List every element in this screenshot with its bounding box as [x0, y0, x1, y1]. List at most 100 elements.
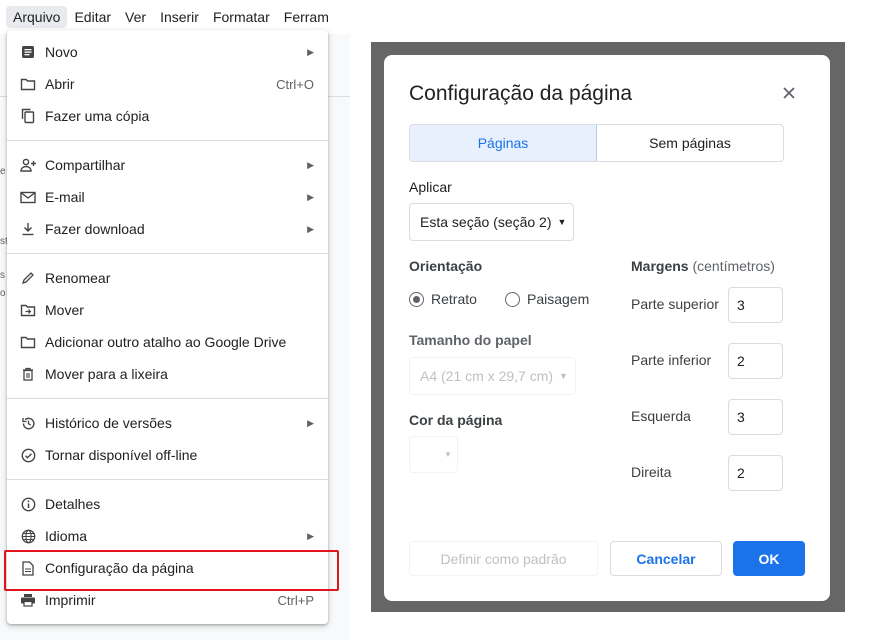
move-folder-icon — [19, 301, 37, 319]
radio-retrato[interactable]: Retrato — [409, 291, 477, 307]
menu-item-detalhes[interactable]: Detalhes — [7, 488, 328, 520]
menu-formatar[interactable]: Formatar — [206, 6, 277, 28]
menu-item-label: Mover — [45, 302, 84, 318]
menu-item-label: Configuração da página — [45, 560, 194, 576]
menu-item-fazer-download[interactable]: Fazer download ▶ — [7, 213, 328, 245]
pagination-tabs: Páginas Sem páginas — [409, 124, 784, 162]
radio-unchecked-icon — [505, 291, 520, 307]
menu-item-label: Histórico de versões — [45, 415, 172, 431]
menu-item-label: Renomear — [45, 270, 111, 286]
margin-left-label: Esquerda — [631, 408, 691, 424]
color-swatch — [428, 448, 440, 461]
menu-item-configuracao-pagina[interactable]: Configuração da página — [4, 550, 339, 591]
close-icon[interactable] — [777, 81, 801, 105]
paper-size-select[interactable]: A4 (21 cm x 29,7 cm) ▼ — [409, 357, 576, 395]
background-text: s — [0, 270, 5, 281]
drive-shortcut-icon — [19, 333, 37, 351]
folder-icon — [19, 75, 37, 93]
tab-sem-paginas[interactable]: Sem páginas — [597, 125, 783, 161]
offline-check-icon — [19, 446, 37, 464]
radio-label: Retrato — [431, 291, 477, 307]
margin-right-label: Direita — [631, 464, 672, 480]
margin-top-input[interactable]: 3 — [728, 287, 783, 323]
menu-separator — [7, 398, 328, 399]
set-default-button[interactable]: Definir como padrão — [409, 541, 598, 576]
menu-item-compartilhar[interactable]: Compartilhar ▶ — [7, 149, 328, 181]
chevron-down-icon: ▼ — [559, 371, 568, 381]
menu-item-adicionar-atalho[interactable]: Adicionar outro atalho ao Google Drive — [7, 326, 328, 358]
submenu-arrow-icon: ▶ — [307, 46, 314, 57]
apply-label: Aplicar — [409, 179, 452, 195]
menu-item-offline[interactable]: Tornar disponível off-line — [7, 439, 328, 471]
paper-size-value: A4 (21 cm x 29,7 cm) — [420, 368, 554, 384]
menu-bar: Arquivo Editar Ver Inserir Formatar Ferr… — [0, 0, 350, 34]
person-add-icon — [19, 156, 37, 174]
menu-item-label: Abrir — [45, 76, 75, 92]
new-document-icon — [19, 43, 37, 61]
menu-item-imprimir[interactable]: Imprimir Ctrl+P — [7, 584, 328, 616]
margin-bottom-label: Parte inferior — [631, 352, 712, 368]
chevron-down-icon: ▼ — [557, 217, 567, 227]
menu-item-label: Mover para a lixeira — [45, 366, 168, 382]
margin-top-label: Parte superior — [631, 296, 719, 312]
menu-item-idioma[interactable]: Idioma ▶ — [7, 520, 328, 552]
shortcut-text: Ctrl+P — [277, 592, 314, 608]
menu-item-abrir[interactable]: Abrir Ctrl+O — [7, 68, 328, 100]
trash-icon — [19, 365, 37, 383]
radio-paisagem[interactable]: Paisagem — [505, 291, 589, 307]
menu-item-label: Idioma — [45, 528, 88, 544]
menu-separator — [7, 253, 328, 254]
menu-inserir[interactable]: Inserir — [153, 6, 206, 28]
menu-item-label: Imprimir — [45, 592, 96, 608]
margin-right-input[interactable]: 2 — [728, 455, 783, 491]
chevron-down-icon: ▼ — [444, 450, 452, 459]
background-text: e — [0, 166, 6, 177]
margins-title: Margens — [631, 258, 689, 274]
submenu-arrow-icon: ▶ — [307, 417, 314, 428]
tab-paginas[interactable]: Páginas — [410, 125, 597, 161]
menu-item-fazer-copia[interactable]: Fazer uma cópia — [7, 100, 328, 132]
cancel-button[interactable]: Cancelar — [610, 541, 722, 576]
page-color-select[interactable]: ▼ — [409, 436, 458, 473]
menu-arquivo[interactable]: Arquivo — [6, 6, 68, 28]
orientation-label: Orientação — [409, 258, 483, 274]
menu-item-label: Detalhes — [45, 496, 101, 512]
menu-item-label: Fazer uma cópia — [45, 108, 150, 124]
menu-item-email[interactable]: E-mail ▶ — [7, 181, 328, 213]
rename-icon — [19, 269, 37, 287]
menu-item-mover-lixeira[interactable]: Mover para a lixeira — [7, 358, 328, 390]
margins-label: Margens (centímetros) — [631, 258, 775, 274]
background-text: o — [0, 288, 6, 299]
printer-icon — [19, 591, 37, 609]
apply-select[interactable]: Esta seção (seção 2) ▼ — [409, 203, 574, 241]
history-icon — [19, 414, 37, 432]
paper-size-label: Tamanho do papel — [409, 332, 532, 348]
submenu-arrow-icon: ▶ — [307, 159, 314, 170]
menu-item-renomear[interactable]: Renomear — [7, 262, 328, 294]
shortcut-text: Ctrl+O — [276, 76, 314, 92]
menu-item-label: Novo — [45, 44, 78, 60]
page-setup-icon — [19, 559, 37, 577]
menu-editar[interactable]: Editar — [67, 6, 118, 28]
menu-item-label: Adicionar outro atalho ao Google Drive — [45, 334, 287, 350]
globe-icon — [19, 527, 37, 545]
menu-ver[interactable]: Ver — [118, 6, 153, 28]
menu-item-label: Fazer download — [45, 221, 145, 237]
menu-item-novo[interactable]: Novo ▶ — [7, 36, 328, 68]
margin-bottom-input[interactable]: 2 — [728, 343, 783, 379]
submenu-arrow-icon: ▶ — [307, 191, 314, 202]
menu-item-historico-versoes[interactable]: Histórico de versões ▶ — [7, 407, 328, 439]
margin-left-input[interactable]: 3 — [728, 399, 783, 435]
menu-separator — [7, 140, 328, 141]
page-setup-dialog: Configuração da página Páginas Sem págin… — [384, 55, 830, 601]
margins-unit: (centímetros) — [692, 258, 775, 274]
menu-ferramentas[interactable]: Ferram — [277, 6, 336, 28]
menu-item-label: Compartilhar — [45, 157, 126, 173]
ok-button[interactable]: OK — [733, 541, 805, 576]
menu-item-mover[interactable]: Mover — [7, 294, 328, 326]
info-icon — [19, 495, 37, 513]
submenu-arrow-icon: ▶ — [307, 530, 314, 541]
submenu-arrow-icon: ▶ — [307, 223, 314, 234]
copy-icon — [19, 107, 37, 125]
apply-select-value: Esta seção (seção 2) — [420, 214, 552, 230]
